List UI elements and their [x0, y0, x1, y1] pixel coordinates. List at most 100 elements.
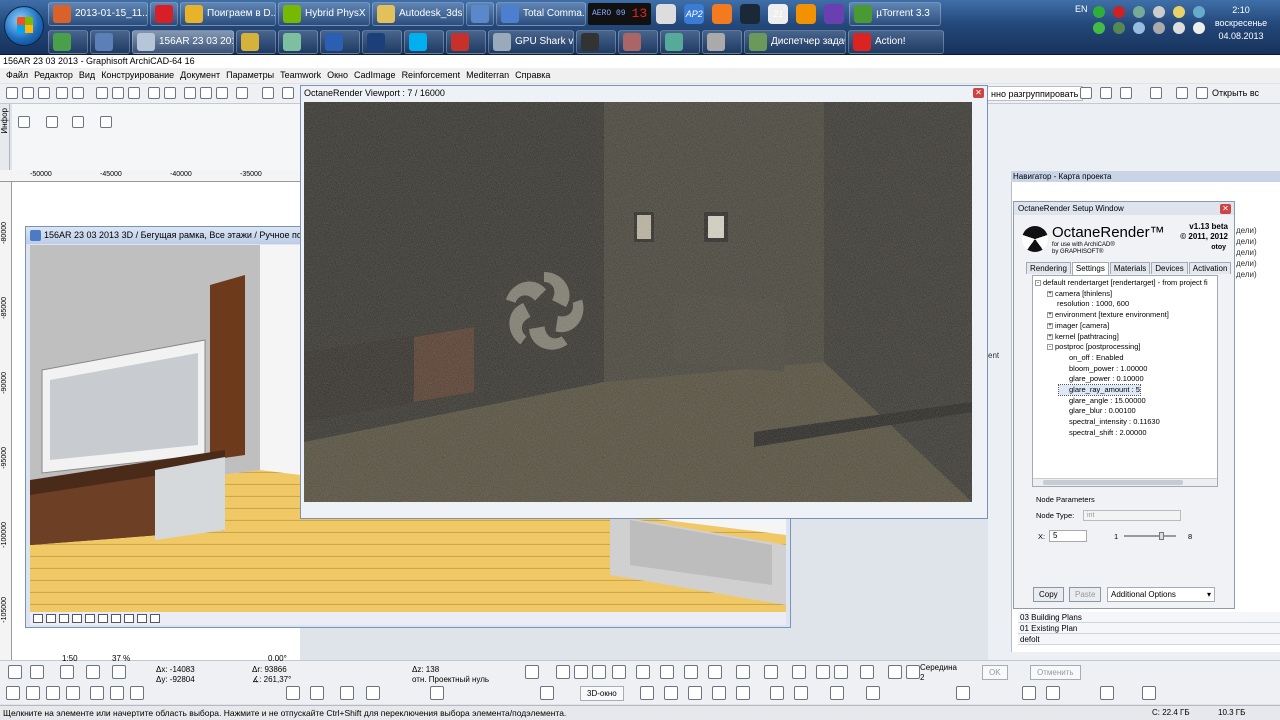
tray-flag-icon[interactable] [1173, 6, 1185, 18]
menu-item[interactable]: Справка [512, 68, 553, 83]
taskbar-pin[interactable] [737, 2, 763, 26]
tab-devices[interactable]: Devices [1151, 262, 1188, 274]
taskbar-button[interactable]: 156AR 23 03 2013 ... [132, 29, 234, 54]
node-type-select[interactable]: int [1083, 510, 1181, 521]
navigator-list-item[interactable]: 03 Building Plans [1018, 612, 1280, 623]
tray-whatsapp-icon[interactable] [1093, 6, 1105, 18]
tab-settings[interactable]: Settings [1071, 262, 1109, 275]
x-icon[interactable] [888, 665, 902, 679]
menu-item[interactable]: Параметры [223, 68, 277, 83]
tray-wifi-icon[interactable] [1173, 22, 1185, 34]
taskbar-button[interactable]: Action! [848, 29, 944, 54]
calc-icon[interactable] [834, 665, 848, 679]
qo-icon-4[interactable] [66, 686, 80, 700]
collapse-icon[interactable]: - [1035, 280, 1041, 287]
menu-item[interactable]: Документ [177, 68, 223, 83]
expand-icon[interactable]: + [1047, 333, 1053, 340]
taskbar-button[interactable] [320, 29, 360, 54]
close-icon[interactable]: ✕ [973, 88, 984, 98]
taskbar-button[interactable] [446, 29, 486, 54]
menu-item[interactable]: Окно [324, 68, 351, 83]
house-icon[interactable] [770, 686, 784, 700]
taskbar-button[interactable]: Поиграем в D... [180, 1, 276, 26]
additional-options-dropdown[interactable]: Additional Options ▾ [1107, 587, 1215, 602]
octane-setup-window[interactable]: OctaneRender Setup Window ✕ OctaneRender… [1013, 201, 1235, 609]
walk-icon[interactable] [98, 614, 108, 623]
close-small-icon[interactable] [860, 665, 874, 679]
tray-speaker-icon[interactable] [1153, 6, 1165, 18]
cursor-snap-icon[interactable] [112, 665, 126, 679]
tray-shield-icon[interactable] [1133, 22, 1145, 34]
view-3d-button[interactable]: 3D-окно [580, 686, 624, 701]
plot-icon[interactable] [72, 87, 84, 99]
arrow-tool-icon[interactable] [18, 116, 30, 128]
taskbar-pin[interactable] [821, 2, 847, 26]
eye-icon[interactable] [794, 686, 808, 700]
view-icon-4[interactable] [592, 665, 606, 679]
qo-icon-10[interactable] [366, 686, 380, 700]
new-file-icon[interactable] [6, 87, 18, 99]
layers-icon[interactable] [1022, 686, 1036, 700]
qo-icon-12[interactable] [540, 686, 554, 700]
tree-node[interactable]: + imager [camera] [1047, 321, 1109, 331]
tree-node[interactable]: - default rendertarget [rendertarget] - f… [1035, 278, 1208, 288]
expand-icon[interactable]: + [1047, 290, 1053, 297]
trim-icon[interactable] [684, 665, 698, 679]
arrow-icon[interactable] [664, 686, 678, 700]
guide-icon[interactable] [282, 87, 294, 99]
language-indicator[interactable]: EN [1075, 4, 1088, 14]
start-button[interactable] [4, 6, 44, 46]
group-icon[interactable] [1080, 87, 1092, 99]
taskbar-pin[interactable]: AP2 [681, 2, 707, 26]
zoom-out-icon[interactable] [46, 614, 56, 623]
ortho-icon[interactable] [60, 665, 74, 679]
tree-node[interactable]: - postproc [postprocessing] [1047, 342, 1140, 352]
taskbar-button[interactable] [404, 29, 444, 54]
marquee-tool-icon[interactable] [46, 116, 58, 128]
tray-green-icon[interactable] [1093, 22, 1105, 34]
magnet-icon[interactable] [86, 665, 100, 679]
tab-rendering[interactable]: Rendering [1026, 262, 1071, 274]
paste-button[interactable]: Paste [1069, 587, 1102, 602]
measure-icon[interactable] [816, 665, 830, 679]
taskbar-button[interactable]: Диспетчер задач ... [744, 29, 846, 54]
camera-icon[interactable] [111, 614, 121, 623]
tray-gpu-icon[interactable] [1113, 22, 1125, 34]
tray-network-icon[interactable] [1133, 6, 1145, 18]
qo-icon-5[interactable] [90, 686, 104, 700]
collapse-icon[interactable]: - [1047, 344, 1053, 351]
expand-icon[interactable]: + [1047, 322, 1053, 329]
eyedropper-icon[interactable] [216, 87, 228, 99]
taskbar-button[interactable] [278, 29, 318, 54]
view-icon-2[interactable] [556, 665, 570, 679]
grid-snap-icon[interactable] [8, 665, 22, 679]
qo-icon-9[interactable] [340, 686, 354, 700]
taskbar-pin[interactable] [709, 2, 735, 26]
cancel-button[interactable]: Отменить [1030, 665, 1081, 680]
save-icon[interactable] [38, 87, 50, 99]
snap-icon[interactable] [262, 87, 274, 99]
taskbar-pin[interactable] [793, 2, 819, 26]
menu-item[interactable]: Teamwork [277, 68, 324, 83]
angle-value[interactable]: 0.00° [268, 654, 287, 664]
view-icon-1[interactable] [525, 665, 539, 679]
tree-node[interactable]: + camera [thinlens] [1047, 289, 1112, 299]
cube-icon[interactable] [640, 686, 654, 700]
view-icon-3[interactable] [574, 665, 588, 679]
taskbar-button[interactable]: Autodesk_3ds... [372, 1, 464, 26]
taskbar-button[interactable]: Hybrid PhysX ... [278, 1, 370, 26]
redo-icon[interactable] [164, 87, 176, 99]
pick-up-icon[interactable] [184, 87, 196, 99]
qo-icon-8[interactable] [310, 686, 324, 700]
navigator-list-item[interactable]: 01 Existing Plan [1018, 623, 1280, 634]
lock-icon[interactable] [1120, 87, 1132, 99]
fit-icon[interactable] [59, 614, 69, 623]
layout-icon[interactable] [1142, 686, 1156, 700]
rotate-view-icon[interactable] [124, 614, 134, 623]
qo-icon-11[interactable] [430, 686, 444, 700]
tree-node[interactable]: glare_ray_amount : 5 [1058, 384, 1141, 396]
copy-icon[interactable] [112, 87, 124, 99]
taskbar-button[interactable] [660, 29, 700, 54]
ok-button[interactable]: OK [982, 665, 1008, 680]
taskbar-button[interactable] [466, 1, 494, 26]
